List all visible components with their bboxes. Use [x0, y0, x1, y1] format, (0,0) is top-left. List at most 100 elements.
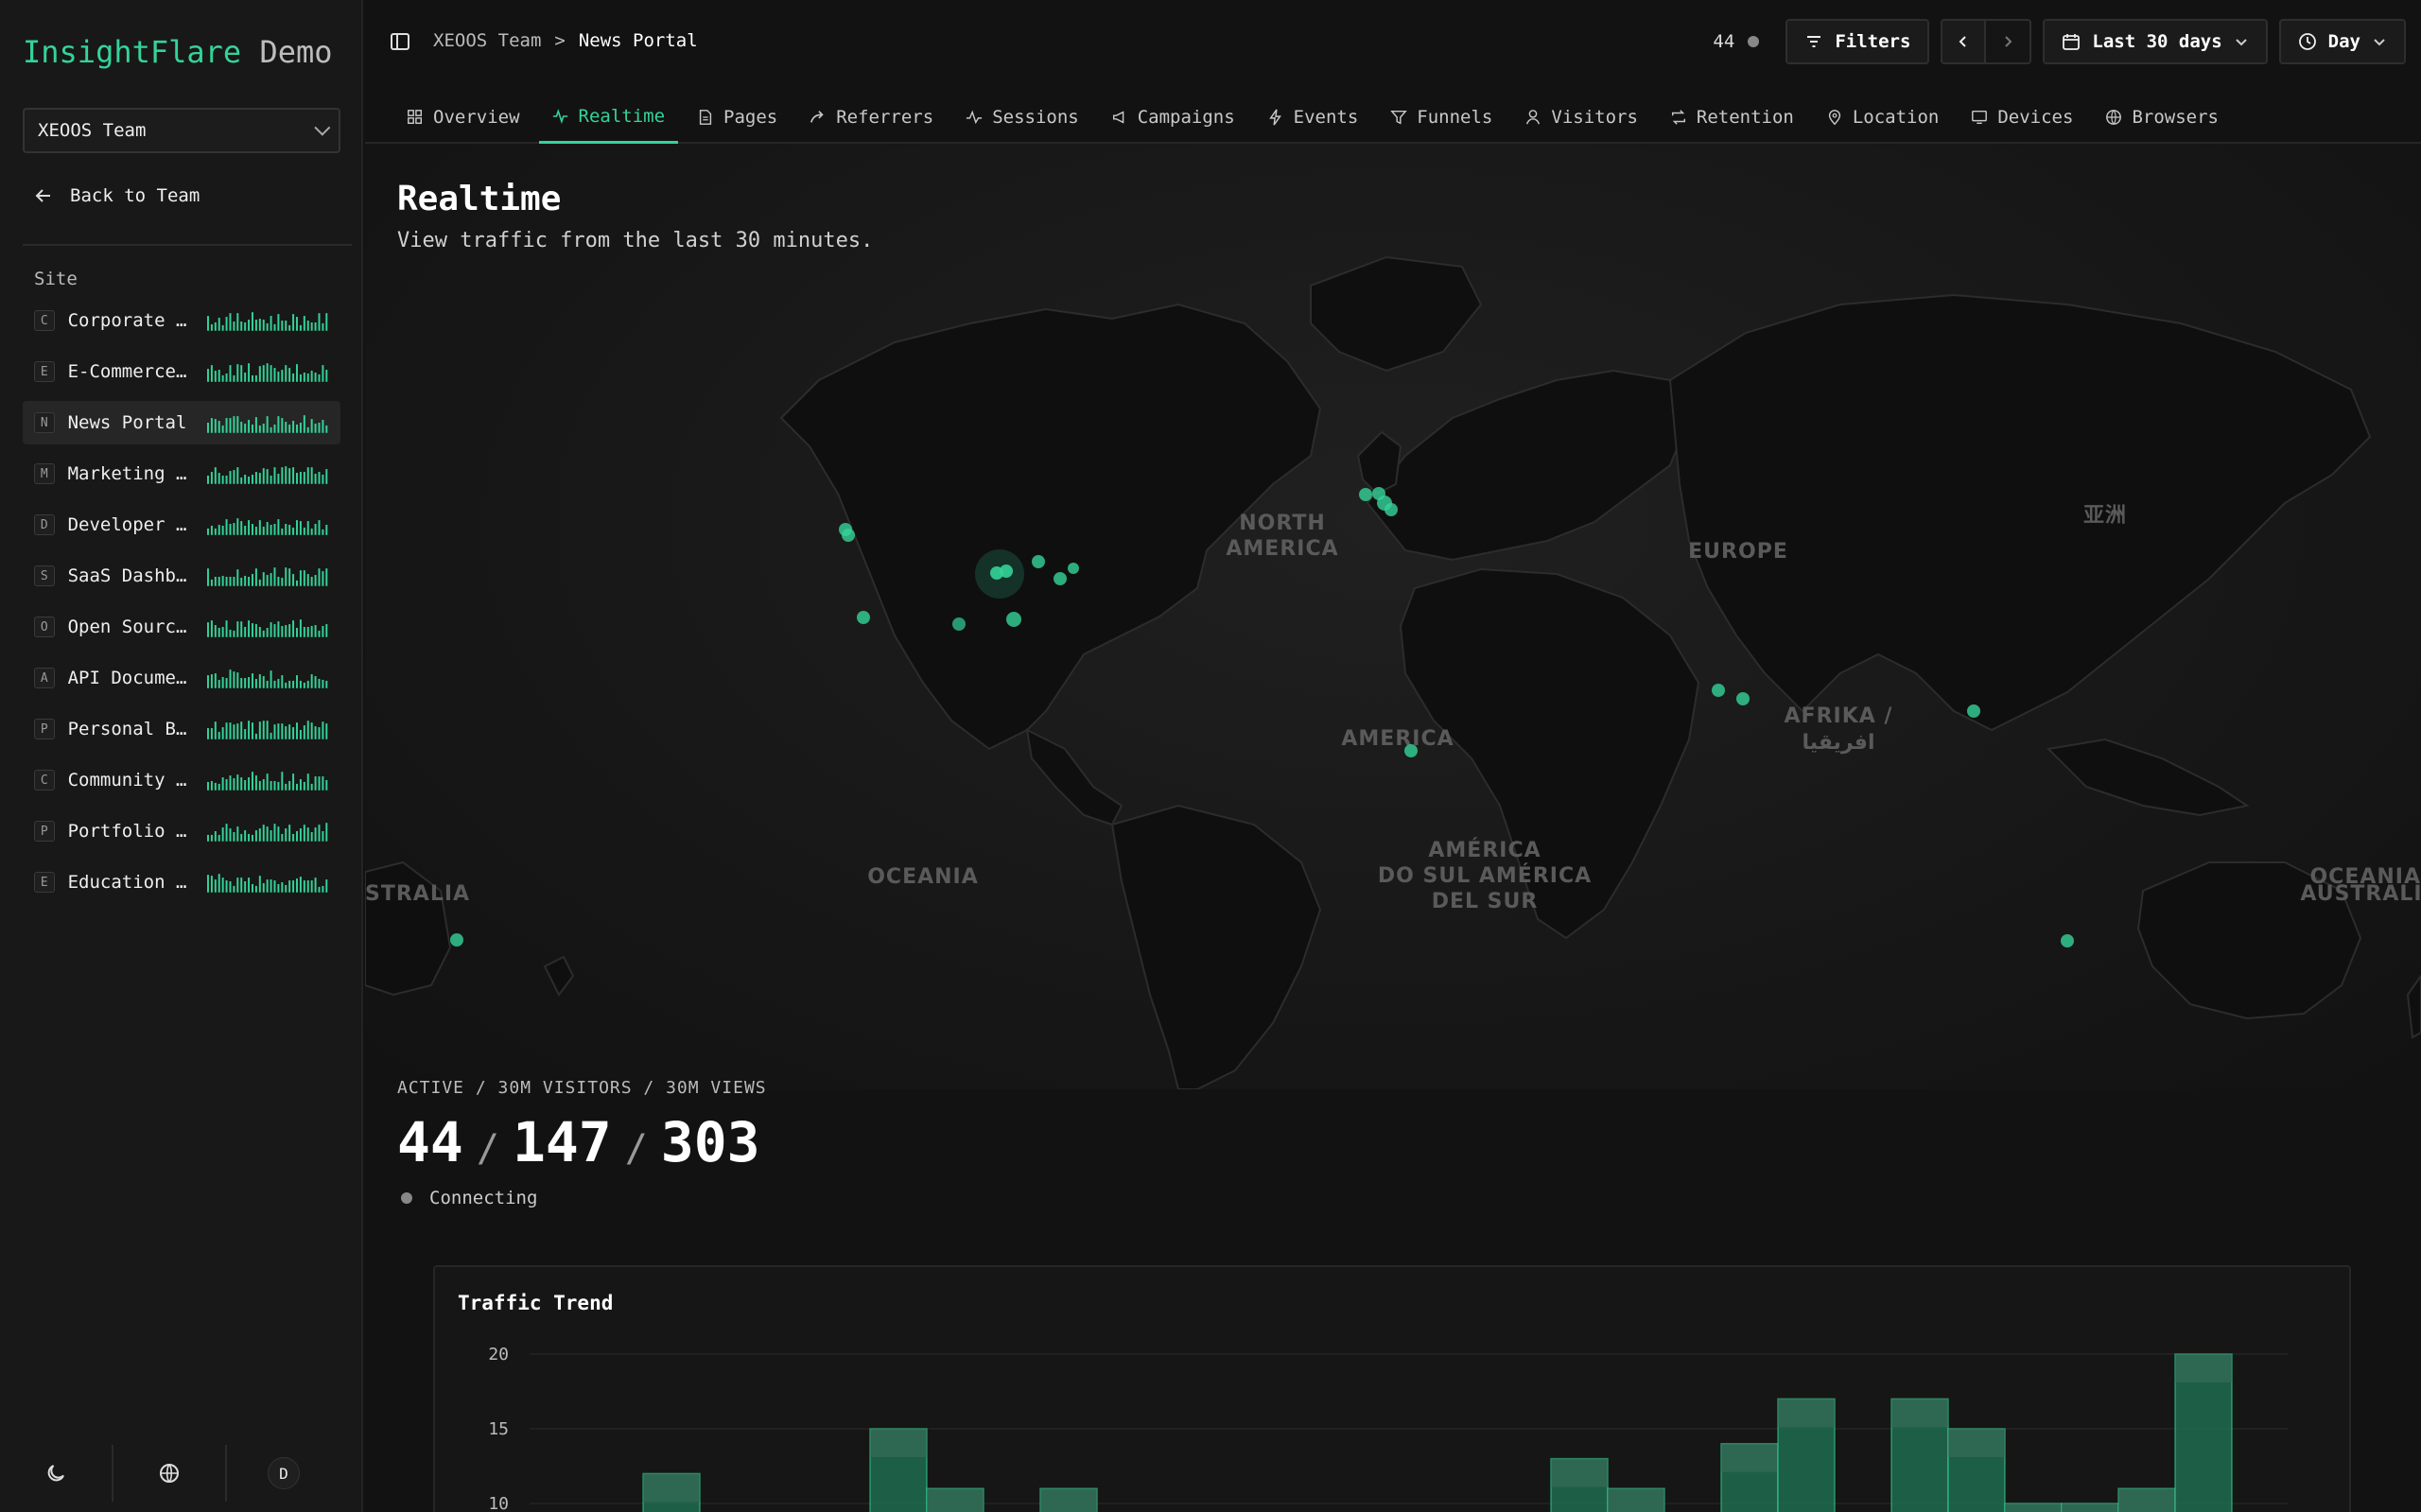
sparkline-bar — [266, 416, 269, 433]
date-range-select[interactable]: Last 30 days — [2043, 19, 2268, 64]
site-item[interactable]: N News Portal — [23, 401, 340, 444]
chart-bar-cap — [643, 1473, 700, 1503]
tab-pages[interactable]: Pages — [684, 91, 791, 144]
brand-logo[interactable]: InsightFlare Demo — [23, 34, 333, 70]
site-item[interactable]: M Marketing L… — [23, 452, 340, 495]
team-select[interactable]: XEOOS Team — [23, 108, 340, 153]
sparkline-bar — [281, 321, 284, 331]
previous-period-button[interactable] — [1941, 19, 1987, 64]
back-to-team-link[interactable]: Back to Team — [34, 185, 200, 206]
tab-referrers[interactable]: Referrers — [796, 91, 947, 144]
sparkline-bar — [254, 320, 257, 331]
realtime-map[interactable]: NORTH AMERICA EUROPE 亚洲 AFRIKA / افريقيا… — [365, 144, 2421, 1089]
chevron-left-icon — [1959, 36, 1967, 47]
sparkline-bar — [236, 672, 239, 688]
sparkline-bar — [210, 418, 213, 433]
site-sparkline — [206, 619, 328, 637]
sparkline-bar — [225, 620, 228, 637]
sparkline-bar — [295, 473, 298, 484]
sparkline-bar — [287, 368, 290, 382]
filters-button[interactable]: Filters — [1785, 19, 1930, 64]
tab-campaigns[interactable]: Campaigns — [1098, 91, 1248, 144]
tab-devices[interactable]: Devices — [1958, 91, 2086, 144]
next-period-button[interactable] — [1986, 19, 2032, 64]
sparkline-bar — [221, 727, 224, 739]
visitor-marker — [1068, 563, 1079, 574]
y-tick-label: 10 — [488, 1494, 509, 1512]
site-item[interactable]: C Community F… — [23, 758, 340, 802]
sparkline-bar — [299, 779, 302, 791]
tab-browsers[interactable]: Browsers — [2092, 91, 2232, 144]
tab-label: Events — [1293, 107, 1359, 128]
sparkline-bar — [281, 370, 284, 382]
sparkline-bar — [306, 321, 309, 331]
sparkline-bar — [322, 474, 324, 484]
site-item[interactable]: O Open Source… — [23, 605, 340, 649]
map-label-do-sul: DO SUL AMÉRICA — [1378, 863, 1592, 888]
sparkline-bar — [251, 374, 253, 382]
sparkline-bar — [262, 423, 265, 433]
sidebar-footer: D — [0, 1445, 363, 1502]
sparkline-bar — [258, 473, 261, 484]
sparkline-bar — [291, 467, 294, 484]
chart-bar-cap — [1721, 1443, 1778, 1472]
site-item[interactable]: E Education P… — [23, 860, 340, 904]
tab-visitors[interactable]: Visitors — [1511, 91, 1651, 144]
visitor-marker — [1712, 684, 1725, 697]
tab-retention[interactable]: Retention — [1657, 91, 1807, 144]
site-item[interactable]: D Developer D… — [23, 503, 340, 547]
sparkline-bar — [258, 780, 261, 791]
sparkline-bar — [277, 678, 280, 688]
theme-toggle-button[interactable] — [0, 1445, 113, 1502]
sparkline-bar — [210, 472, 213, 484]
site-item[interactable]: P Personal Bl… — [23, 707, 340, 751]
sparkline-bar — [303, 682, 305, 688]
site-item[interactable]: S SaaS Dashbo… — [23, 554, 340, 598]
sparkline-bar — [236, 878, 239, 893]
sparkline-bar — [243, 322, 246, 331]
sparkline-bar — [254, 374, 257, 382]
globe-icon — [160, 1464, 179, 1483]
sparkline-bar — [247, 363, 250, 382]
tab-overview[interactable]: Overview — [393, 91, 533, 144]
sparkline-bar — [254, 526, 257, 535]
share-icon — [810, 111, 824, 123]
chart-bar-cap — [2062, 1503, 2118, 1512]
sparkline-bar — [243, 729, 246, 739]
site-item[interactable]: E E-Commerce … — [23, 350, 340, 393]
sparkline-bar — [270, 830, 272, 842]
site-sparkline — [206, 823, 328, 842]
sparkline-bar — [314, 524, 317, 535]
sparkline-bar — [306, 426, 309, 433]
sparkline-bar — [306, 574, 309, 586]
site-item[interactable]: P Portfolio S… — [23, 809, 340, 853]
site-item[interactable]: C Corporate W… — [23, 299, 340, 342]
site-item[interactable]: A API Documen… — [23, 656, 340, 700]
sparkline-bar — [270, 879, 272, 893]
tab-events[interactable]: Events — [1254, 91, 1372, 144]
sparkline-bar — [258, 579, 261, 586]
sparkline-bar — [233, 523, 235, 535]
tab-realtime[interactable]: Realtime — [538, 91, 679, 144]
sparkline-bar — [287, 825, 290, 842]
visitor-marker — [1006, 612, 1021, 627]
tab-sessions[interactable]: Sessions — [952, 91, 1092, 144]
sparkline-bar — [229, 524, 232, 535]
tab-funnels[interactable]: Funnels — [1377, 91, 1506, 144]
chart-bar-cap — [1040, 1488, 1097, 1512]
user-menu-button[interactable]: D — [227, 1445, 340, 1502]
sparkline-bar — [266, 627, 269, 637]
chart-title: Traffic Trend — [458, 1292, 614, 1314]
sparkline-bar — [303, 880, 305, 893]
sparkline-bar — [210, 876, 213, 893]
breadcrumb-team[interactable]: XEOOS Team — [433, 30, 541, 51]
sparkline-bar — [233, 885, 235, 893]
sparkline-bar — [318, 313, 321, 331]
sparkline-bar — [284, 524, 287, 535]
sparkline-bar — [225, 824, 228, 842]
language-button[interactable] — [113, 1445, 227, 1502]
granularity-select[interactable]: Day — [2278, 19, 2406, 64]
tab-location[interactable]: Location — [1813, 91, 1953, 144]
map-label-africa: AFRIKA / — [1785, 704, 1893, 728]
sidebar-toggle-button[interactable] — [390, 31, 410, 57]
